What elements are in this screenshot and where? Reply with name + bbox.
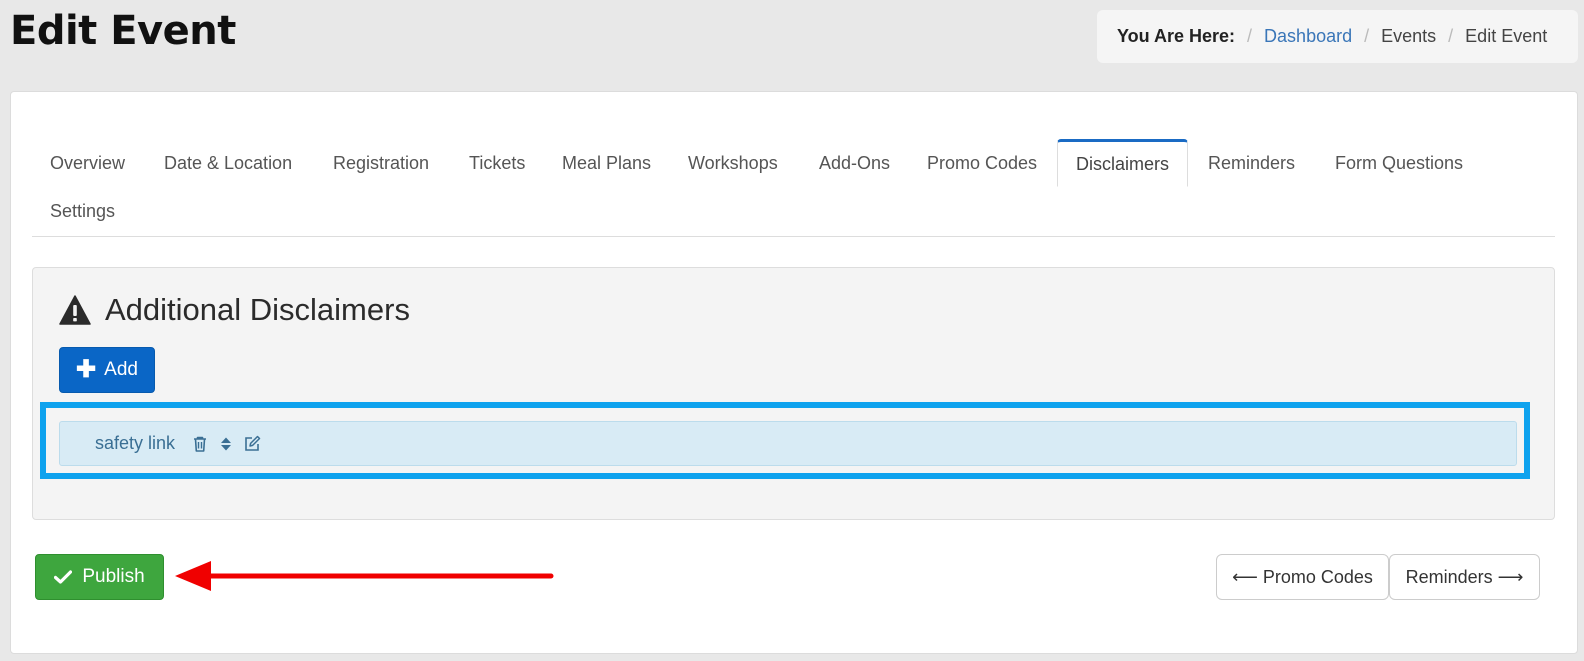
add-button-label: Add — [104, 359, 138, 380]
breadcrumb: You Are Here: / Dashboard / Events / Edi… — [1097, 10, 1578, 63]
tab-registration[interactable]: Registration — [315, 139, 447, 187]
disclaimer-item[interactable]: safety link — [59, 421, 1517, 466]
publish-button-label: Publish — [82, 566, 145, 587]
breadcrumb-separator: / — [1247, 26, 1253, 46]
tab-add-ons[interactable]: Add-Ons — [801, 139, 908, 187]
sort-icon[interactable] — [217, 435, 235, 453]
highlight-box: safety link — [40, 402, 1530, 479]
additional-disclaimers-panel: Additional Disclaimers ✚ Add safety link — [32, 267, 1555, 520]
breadcrumb-separator: / — [1448, 26, 1454, 46]
tab-meal-plans[interactable]: Meal Plans — [544, 139, 669, 187]
publish-button[interactable]: Publish — [35, 554, 164, 600]
trash-icon[interactable] — [191, 435, 209, 453]
disclaimer-item-label: safety link — [95, 433, 176, 453]
page-title: Edit Event — [10, 8, 236, 54]
tab-form-questions[interactable]: Form Questions — [1317, 139, 1481, 187]
breadcrumb-separator: / — [1364, 26, 1370, 46]
edit-event-card: Overview Date & Location Registration Ti… — [10, 91, 1578, 654]
tab-overview[interactable]: Overview — [32, 139, 143, 187]
breadcrumb-current: Edit Event — [1465, 26, 1548, 46]
next-reminders-button[interactable]: Reminders ⟶ — [1389, 554, 1540, 600]
tab-disclaimers[interactable]: Disclaimers — [1057, 139, 1189, 187]
tab-tickets[interactable]: Tickets — [451, 139, 543, 187]
previous-promo-codes-button[interactable]: ⟵ Promo Codes — [1216, 554, 1389, 600]
event-tabs: Overview Date & Location Registration Ti… — [32, 139, 1555, 237]
tab-promo-codes[interactable]: Promo Codes — [909, 139, 1055, 187]
breadcrumb-events: Events — [1381, 26, 1437, 46]
panel-title: Additional Disclaimers — [59, 292, 410, 328]
tab-date-location[interactable]: Date & Location — [146, 139, 310, 187]
breadcrumb-label: You Are Here: — [1117, 26, 1236, 46]
tab-reminders[interactable]: Reminders — [1190, 139, 1313, 187]
tab-workshops[interactable]: Workshops — [670, 139, 796, 187]
plus-icon: ✚ — [76, 356, 97, 383]
edit-icon[interactable] — [243, 435, 261, 453]
annotation-arrow-icon — [175, 561, 554, 591]
add-disclaimer-button[interactable]: ✚ Add — [59, 347, 155, 393]
breadcrumb-dashboard-link[interactable]: Dashboard — [1264, 26, 1352, 47]
tab-settings[interactable]: Settings — [32, 187, 133, 235]
warning-icon — [59, 295, 91, 325]
panel-title-text: Additional Disclaimers — [105, 292, 410, 327]
check-icon — [54, 570, 73, 584]
